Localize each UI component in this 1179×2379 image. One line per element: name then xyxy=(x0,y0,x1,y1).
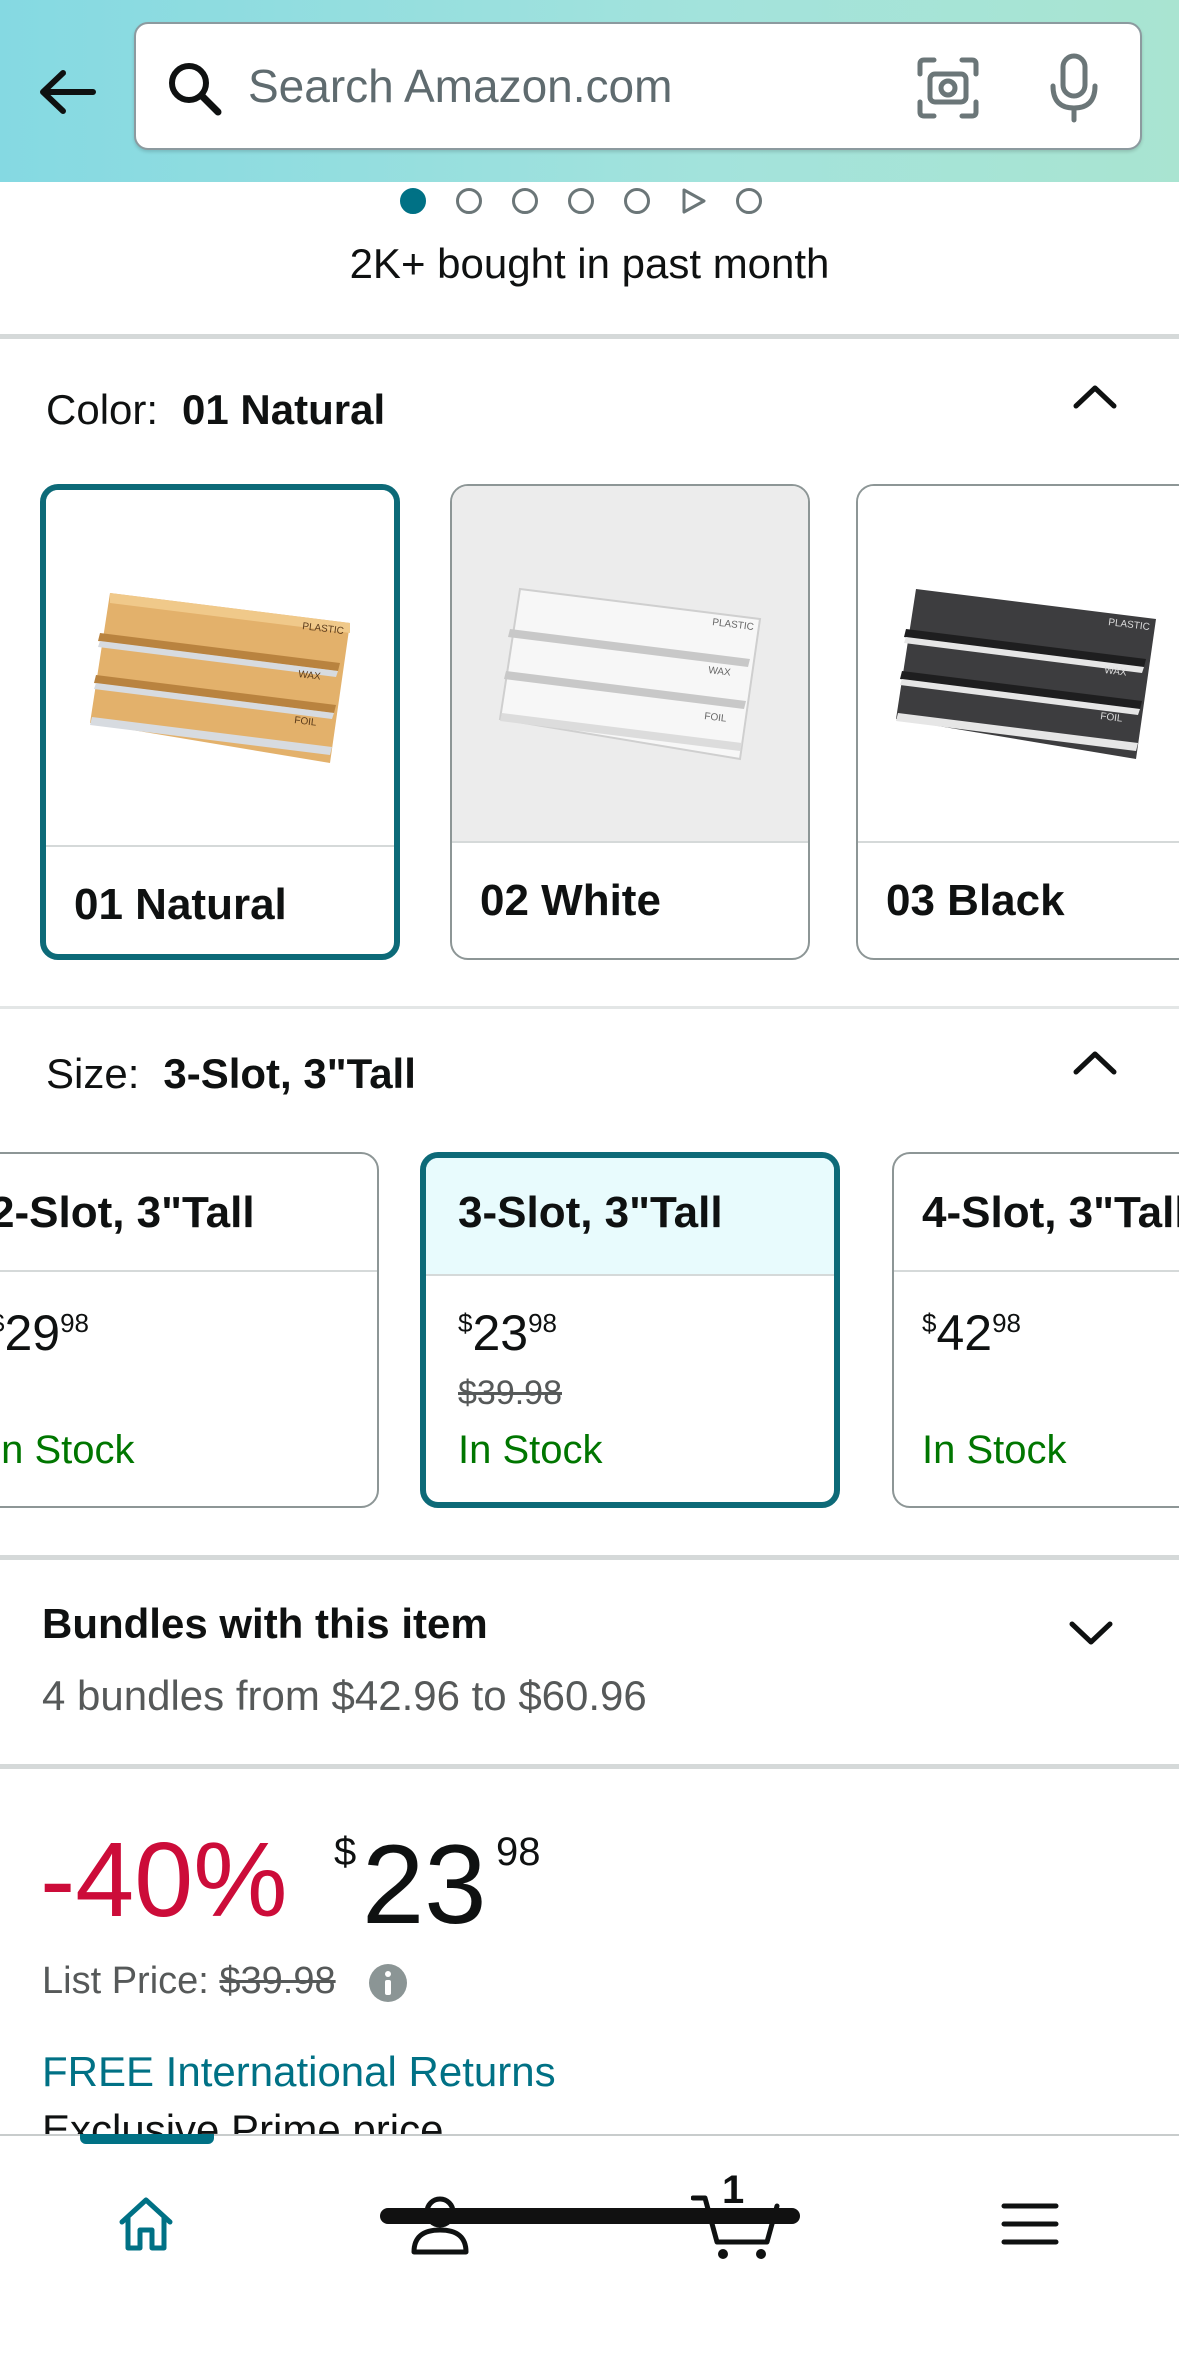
price-currency: $ xyxy=(458,1308,473,1338)
wrap-dispenser-image: PLASTIC WAX FOIL xyxy=(90,592,350,763)
list-price-value: $39.98 xyxy=(219,1960,336,2002)
back-button[interactable] xyxy=(30,55,104,129)
chevron-up-icon[interactable] xyxy=(1070,1042,1120,1082)
price-whole: 23 xyxy=(362,1822,487,1947)
color-option-white[interactable]: PLASTIC WAX FOIL 02 White xyxy=(450,484,810,960)
size-option-price: $2998 xyxy=(0,1304,89,1362)
microphone-icon[interactable] xyxy=(1044,52,1104,124)
nav-home[interactable] xyxy=(96,2174,196,2274)
search-icon xyxy=(169,63,222,116)
nav-menu[interactable] xyxy=(980,2174,1080,2274)
stock-status: In Stock xyxy=(0,1428,135,1472)
color-label: Color: 01 Natural xyxy=(46,386,385,434)
tile-separator xyxy=(858,841,1179,843)
price-currency: $ xyxy=(922,1308,937,1338)
carousel-dot-active[interactable] xyxy=(400,188,426,214)
price-fraction: 98 xyxy=(992,1308,1022,1338)
price-whole: 23 xyxy=(472,1305,529,1361)
size-label: Size: 3-Slot, 3"Tall xyxy=(46,1050,416,1098)
bought-count-text: 2K+ bought in past month xyxy=(349,240,830,287)
color-option-black[interactable]: PLASTIC WAX FOIL 03 Black xyxy=(856,484,1179,960)
home-icon xyxy=(119,2197,173,2251)
search-bar[interactable] xyxy=(134,22,1142,150)
carousel-dot[interactable] xyxy=(568,188,594,214)
color-option-label: 02 White xyxy=(480,876,661,925)
color-label-text: Color: xyxy=(46,386,159,433)
color-option-label: 03 Black xyxy=(886,876,1065,925)
color-selected-value: 01 Natural xyxy=(182,386,386,433)
product-image-white: PLASTIC WAX FOIL xyxy=(452,486,808,841)
carousel-dot[interactable] xyxy=(456,188,482,214)
color-option-natural[interactable]: PLASTIC WAX FOIL 01 Natural xyxy=(40,484,400,960)
carousel-dot[interactable] xyxy=(736,188,762,214)
section-divider xyxy=(0,1764,1179,1769)
info-icon[interactable] xyxy=(368,1963,408,2003)
tile-separator xyxy=(452,841,808,843)
search-input[interactable] xyxy=(248,50,888,122)
wrap-dispenser-image: PLASTIC WAX FOIL xyxy=(498,587,762,760)
price-whole: 42 xyxy=(936,1305,993,1361)
section-divider xyxy=(0,334,1179,339)
tile-separator xyxy=(894,1270,1179,1272)
bottom-navigation: 1 xyxy=(0,2134,1179,2379)
price-currency: $ xyxy=(0,1308,4,1338)
tile-separator xyxy=(426,1274,834,1276)
home-indicator[interactable] xyxy=(380,2208,800,2224)
size-option-label: 3-Slot, 3"Tall xyxy=(458,1188,723,1237)
image-carousel-indicator[interactable] xyxy=(400,186,762,216)
size-option-4-slot[interactable]: 4-Slot, 3"Tall $4298 In Stock xyxy=(892,1152,1179,1508)
stock-status: In Stock xyxy=(458,1428,603,1472)
tile-separator xyxy=(46,845,394,847)
size-option-3-slot[interactable]: 3-Slot, 3"Tall $2398 $39.98 In Stock xyxy=(420,1152,840,1508)
camera-search-icon[interactable] xyxy=(914,54,982,122)
stock-status: In Stock xyxy=(922,1428,1067,1472)
chevron-up-icon[interactable] xyxy=(1070,376,1120,416)
price-currency: $ xyxy=(334,1830,357,1874)
size-option-list-price: $39.98 xyxy=(458,1374,562,1412)
size-option-price: $2398 xyxy=(458,1304,557,1362)
carousel-dot[interactable] xyxy=(624,188,650,214)
product-image-black: PLASTIC WAX FOIL xyxy=(858,486,1179,841)
price-fraction: 98 xyxy=(528,1308,558,1338)
cart-count-badge: 1 xyxy=(722,2168,745,2212)
video-play-icon[interactable] xyxy=(680,188,706,214)
tile-separator xyxy=(0,1270,377,1272)
hamburger-menu-icon xyxy=(1001,2203,1059,2245)
price-fraction: 98 xyxy=(60,1308,90,1338)
color-option-label: 01 Natural xyxy=(74,880,287,929)
wrap-dispenser-image: PLASTIC WAX FOIL xyxy=(896,588,1156,759)
bundles-title: Bundles with this item xyxy=(42,1600,488,1647)
section-divider xyxy=(0,1555,1179,1560)
user-icon xyxy=(411,2196,469,2255)
active-tab-indicator xyxy=(80,2134,214,2144)
size-option-label: 4-Slot, 3"Tall xyxy=(922,1188,1179,1237)
discount-percent: -40% xyxy=(40,1821,288,1939)
nav-account[interactable] xyxy=(390,2174,490,2274)
size-option-label: 2-Slot, 3"Tall xyxy=(0,1188,255,1237)
product-image-natural: PLASTIC WAX FOIL xyxy=(46,490,394,845)
list-price-label: List Price: xyxy=(42,1960,209,2002)
top-header xyxy=(0,0,1179,182)
chevron-down-icon[interactable] xyxy=(1066,1612,1116,1652)
section-divider xyxy=(0,1006,1179,1009)
free-returns-link[interactable]: FREE International Returns xyxy=(42,2048,556,2096)
nav-cart[interactable]: 1 xyxy=(686,2168,786,2274)
size-option-2-slot[interactable]: 2-Slot, 3"Tall $2998 In Stock xyxy=(0,1152,379,1508)
back-arrow-icon xyxy=(40,70,96,114)
price-whole: 29 xyxy=(4,1305,61,1361)
price-fraction: 98 xyxy=(496,1830,541,1874)
bundles-subtitle: 4 bundles from $42.96 to $60.96 xyxy=(42,1672,647,1719)
size-selected-value: 3-Slot, 3"Tall xyxy=(163,1050,416,1097)
carousel-dot[interactable] xyxy=(512,188,538,214)
list-price: List Price: $39.98 xyxy=(42,1960,336,2003)
size-option-price: $4298 xyxy=(922,1304,1021,1362)
size-label-text: Size: xyxy=(46,1050,140,1097)
